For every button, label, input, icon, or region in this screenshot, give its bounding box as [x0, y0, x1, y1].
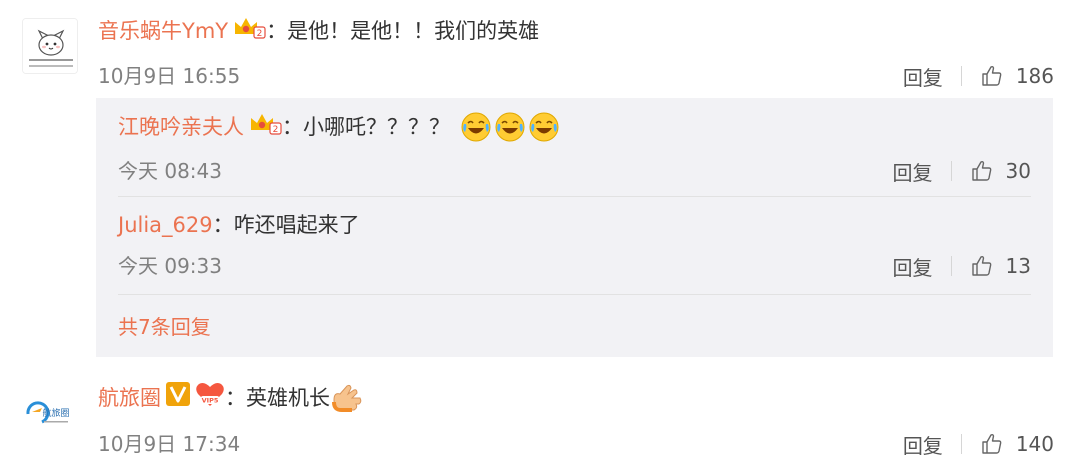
reply-button[interactable]: 回复: [903, 430, 943, 458]
comment-1-text: ：是他！是他！！我们的英雄: [266, 19, 540, 43]
reply-2: Julia_629 ：咋还唱起来了 今天 09:33 回复 13: [118, 210, 1031, 281]
comment-2-body: 航旅圈 VIP5 ：英雄机长: [98, 380, 1054, 416]
comment-1-actions: 回复 186: [903, 61, 1054, 91]
avatar-cat[interactable]: [22, 18, 78, 74]
reply-1-username[interactable]: 江晚吟亲夫人: [118, 112, 244, 142]
comment-2-username[interactable]: 航旅圈: [98, 383, 161, 413]
divider: [960, 66, 962, 86]
reply-button[interactable]: 回复: [893, 157, 933, 186]
reply-2-text: ：咋还唱起来了: [212, 213, 360, 237]
comment-1-meta: 10月9日 16:55 回复 186: [98, 61, 1054, 91]
thumbs-up-icon[interactable]: [970, 159, 994, 183]
reply-2-meta: 今天 09:33 回复 13: [118, 251, 1031, 281]
comment-2-meta: 10月9日 17:34 回复 140: [98, 429, 1054, 458]
airline-logo-text: 航旅圈: [42, 407, 69, 419]
reply-1-body: 江晚吟亲夫人 2 ：小哪吒？？？？: [118, 110, 1031, 144]
divider: [960, 434, 962, 454]
crown-vip-2-icon[interactable]: 2: [248, 110, 282, 144]
reply-2-actions: 回复 13: [893, 251, 1031, 281]
comment-2: 航旅圈 VIP5 ：英雄机长 10月9日 17:34 回复 140: [98, 380, 1054, 458]
praying-hands-emoji-icon: [332, 384, 362, 412]
avatar-airline[interactable]: 航旅圈: [22, 384, 78, 440]
like-count: 13: [1005, 254, 1031, 278]
comment-2-time: 10月9日 17:34: [98, 432, 241, 456]
thumbs-up-icon[interactable]: [970, 254, 994, 278]
svg-text:2: 2: [273, 125, 279, 135]
comment-1-body: 音乐蜗牛YmY 2 ：是他！是他！！我们的英雄: [98, 14, 1054, 48]
reply-divider: [118, 196, 1031, 197]
thumbs-up-icon[interactable]: [980, 432, 1004, 456]
laugh-cry-emoji-icon: [529, 112, 559, 142]
reply-2-username[interactable]: Julia_629: [118, 210, 213, 240]
like-count: 30: [1005, 159, 1031, 183]
crown-vip-2-icon[interactable]: 2: [232, 14, 266, 48]
divider: [950, 256, 952, 276]
comment-1: 音乐蜗牛YmY 2 ：是他！是他！！我们的英雄 10月9日 16:55 回复 1…: [98, 14, 1054, 91]
like-count: 140: [1015, 432, 1054, 456]
reply-2-body: Julia_629 ：咋还唱起来了: [118, 210, 1031, 240]
comment-1-time: 10月9日 16:55: [98, 64, 241, 88]
svg-text:VIP5: VIP5: [202, 397, 219, 405]
reply-button[interactable]: 回复: [903, 62, 943, 91]
comment-2-text: ：英雄机长: [225, 386, 330, 410]
airline-logo-avatar-icon: 航旅圈: [22, 384, 78, 440]
reply-button[interactable]: 回复: [893, 252, 933, 281]
vip5-heart-icon[interactable]: VIP5: [195, 380, 225, 416]
verified-v-icon[interactable]: [165, 381, 191, 415]
laugh-cry-emoji-icon: [495, 112, 525, 142]
reply-divider: [118, 294, 1031, 295]
reply-2-time: 今天 09:33: [118, 254, 222, 278]
comment-1-username[interactable]: 音乐蜗牛YmY: [98, 16, 228, 46]
svg-text:2: 2: [257, 29, 263, 39]
reply-1-time: 今天 08:43: [118, 159, 222, 183]
divider: [950, 161, 952, 181]
like-count: 186: [1015, 64, 1054, 88]
emoji-group: [460, 111, 560, 143]
laugh-cry-emoji-icon: [461, 112, 491, 142]
reply-1-text: ：小哪吒？？？？: [282, 115, 450, 139]
thumbs-up-icon[interactable]: [980, 64, 1004, 88]
comment-2-actions: 回复 140: [903, 429, 1054, 458]
reply-1-meta: 今天 08:43 回复 30: [118, 156, 1031, 186]
cat-cartoon-avatar-icon: [23, 19, 77, 73]
replies-box: 江晚吟亲夫人 2 ：小哪吒？？？？ 今天 08:43 回复 30 Julia_6…: [96, 98, 1053, 357]
more-replies-link[interactable]: 共7条回复: [118, 312, 211, 342]
reply-1-actions: 回复 30: [893, 156, 1031, 186]
reply-1: 江晚吟亲夫人 2 ：小哪吒？？？？ 今天 08:43 回复 30: [118, 110, 1031, 186]
